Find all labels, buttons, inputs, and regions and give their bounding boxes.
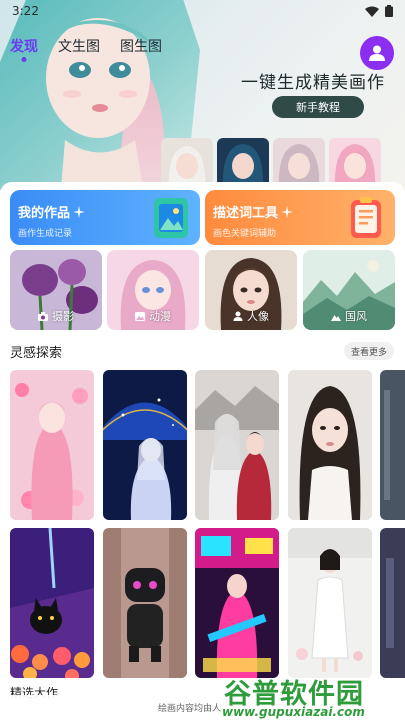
gallery-image <box>195 370 279 520</box>
user-icon <box>369 45 385 61</box>
gallery-item[interactable] <box>288 528 372 678</box>
gallery-image <box>195 528 279 678</box>
inspiration-title: 灵感探索 <box>10 346 63 361</box>
site-watermark: 谷普软件园 www.gupuxiazai.com <box>218 672 404 720</box>
gallery-item[interactable] <box>380 528 405 678</box>
status-bar: 3:22 <box>0 0 405 22</box>
gallery-item[interactable] <box>10 528 94 678</box>
tab-discover-label: 发现 <box>10 39 38 55</box>
category-photography-label: 摄影 <box>52 310 74 323</box>
gallery-item[interactable] <box>103 528 187 678</box>
sparkle-icon <box>73 205 86 218</box>
gallery-item[interactable] <box>195 528 279 678</box>
hero-slogan: 一键生成精美画作 <box>241 73 385 93</box>
image-icon <box>135 311 145 321</box>
gallery-item[interactable] <box>195 370 279 520</box>
tab-text-to-image[interactable]: 文生图 <box>58 36 100 56</box>
gallery-image <box>288 370 372 520</box>
gallery-image <box>10 370 94 520</box>
prompt-tool-subtitle: 画色关键词辅助 <box>213 229 277 239</box>
view-more-button[interactable]: 查看更多 <box>344 342 394 360</box>
watermark-url: www.gupuxiazai.com <box>222 705 365 719</box>
category-anime[interactable]: 动漫 <box>107 250 199 330</box>
category-anime-label: 动漫 <box>149 310 171 323</box>
active-tab-indicator <box>21 57 27 62</box>
prompt-tool-card[interactable]: 描述词工具 画色关键词辅助 <box>205 190 395 245</box>
gallery-image <box>380 370 405 520</box>
gallery-image <box>10 528 94 678</box>
gallery-image <box>103 528 187 678</box>
gallery-item[interactable] <box>380 370 405 520</box>
person-icon <box>233 311 243 321</box>
category-portrait[interactable]: 人像 <box>205 250 297 330</box>
gallery-item[interactable] <box>103 370 187 520</box>
gallery-item[interactable] <box>10 370 94 520</box>
category-photography[interactable]: 摄影 <box>10 250 102 330</box>
gallery-image <box>103 370 187 520</box>
wifi-icon <box>365 6 379 17</box>
gallery-image <box>380 528 405 678</box>
notepad-icon <box>351 197 381 238</box>
my-works-subtitle: 画作生成记录 <box>18 229 73 239</box>
my-works-card[interactable]: 我的作品 画作生成记录 <box>10 190 200 245</box>
profile-avatar-button[interactable] <box>360 36 394 70</box>
tutorial-button[interactable]: 新手教程 <box>272 96 364 118</box>
prompt-tool-title: 描述词工具 <box>213 206 279 221</box>
disclaimer-text: 绘画内容均由人 <box>158 704 222 714</box>
tab-text-to-image-label: 文生图 <box>58 39 100 55</box>
content-panel: 我的作品 画作生成记录 描述词工具 画色关键词辅助 摄影 动漫 人像 国风 灵感… <box>0 182 405 720</box>
my-works-title: 我的作品 <box>18 206 71 221</box>
gallery-image <box>288 528 372 678</box>
category-portrait-label: 人像 <box>247 310 269 323</box>
category-chinese-style-label: 国风 <box>345 310 367 323</box>
gallery-icon <box>154 198 188 238</box>
sparkle-icon <box>281 205 294 218</box>
hero-banner[interactable]: 3:22 发现 文生图 图生图 一键生成精美画作 新手教程 <box>0 0 405 190</box>
camera-icon <box>38 311 48 321</box>
top-tab-bar: 发现 文生图 图生图 <box>10 36 162 62</box>
tab-discover[interactable]: 发现 <box>10 36 38 62</box>
tab-image-to-image-label: 图生图 <box>120 39 162 55</box>
tab-image-to-image[interactable]: 图生图 <box>120 36 162 56</box>
status-time: 3:22 <box>12 4 39 18</box>
mountain-icon <box>331 314 341 321</box>
category-chinese-style[interactable]: 国风 <box>303 250 395 330</box>
gallery-item[interactable] <box>288 370 372 520</box>
battery-icon <box>385 5 393 17</box>
